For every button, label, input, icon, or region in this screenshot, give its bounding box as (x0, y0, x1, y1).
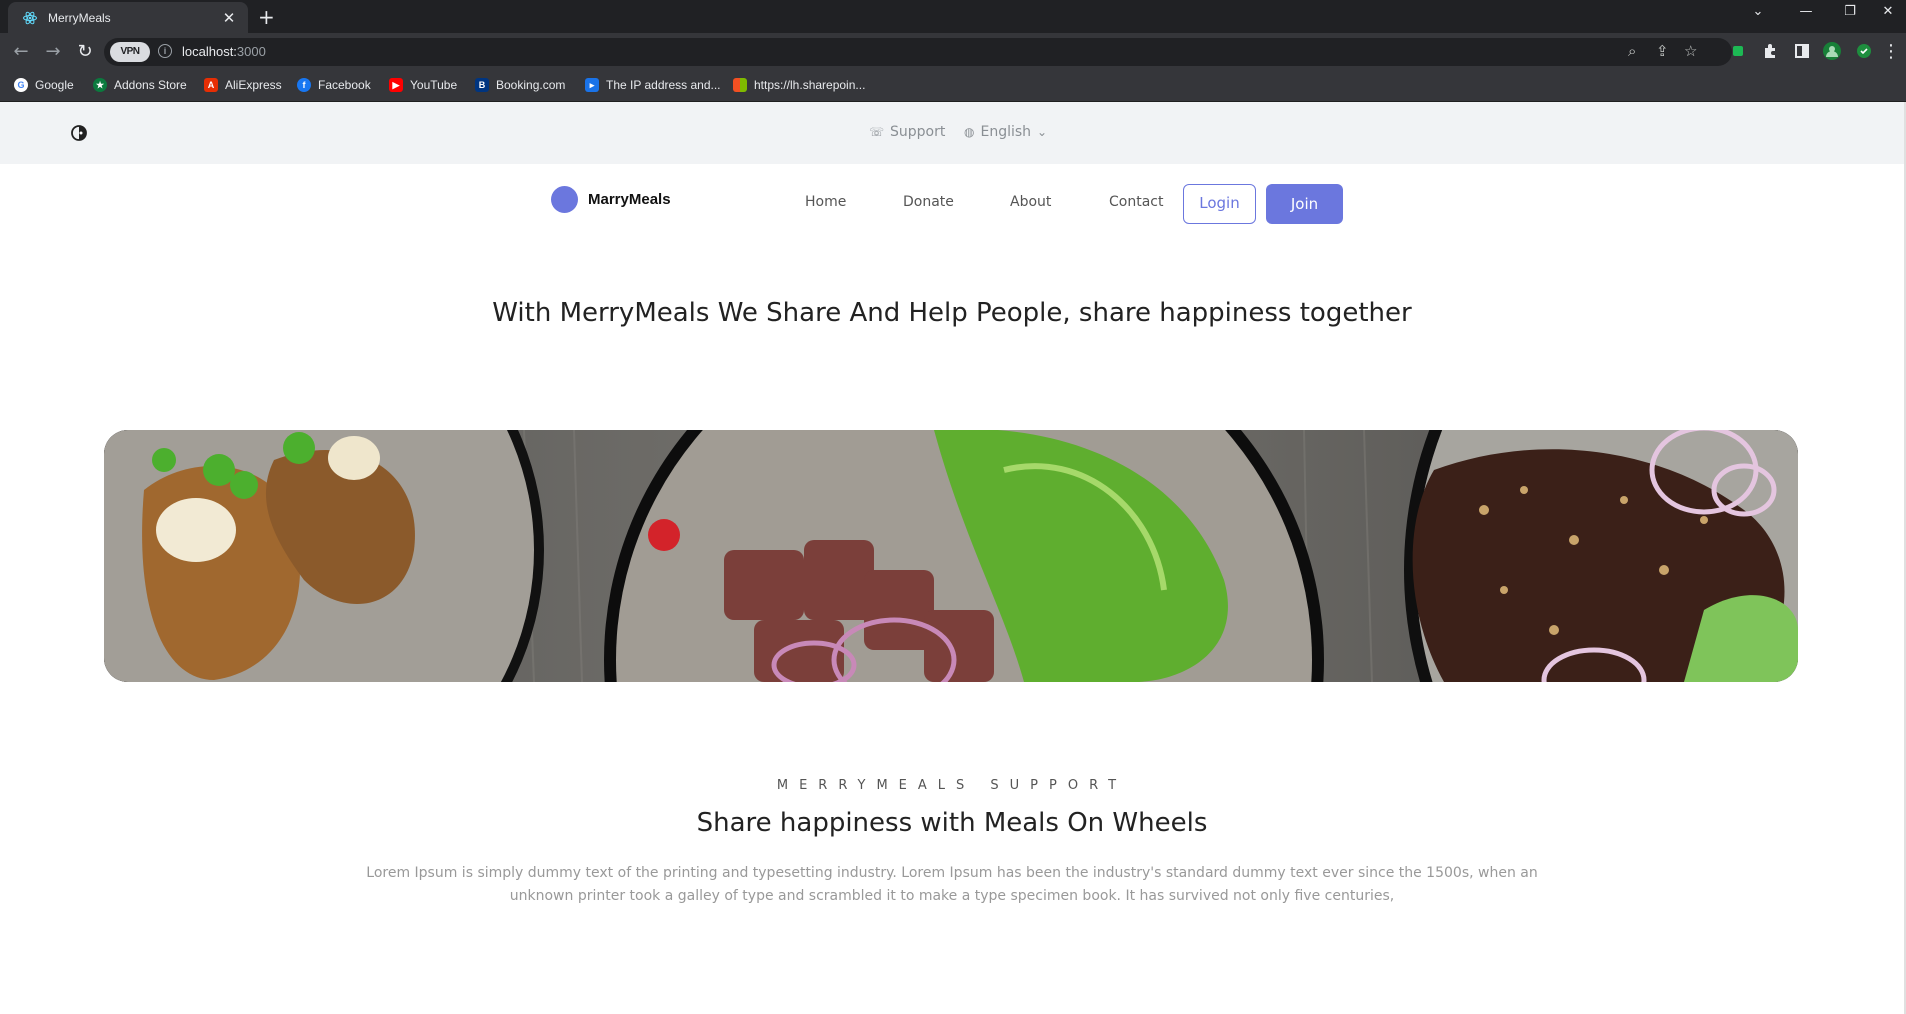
section-description: Lorem Ipsum is simply dummy text of the … (366, 865, 1538, 904)
section-eyebrow: MERRYMEALS SUPPORT (776, 778, 1128, 793)
tab-close-icon[interactable]: ✕ (220, 9, 238, 27)
profile-avatar-icon[interactable] (1822, 41, 1842, 61)
bookmarks-bar: G Google ★ Addons Store A AliExpress f F… (0, 71, 1906, 102)
bookmark-facebook[interactable]: f Facebook (297, 78, 371, 92)
language-selector[interactable]: ◍ English ⌄ (964, 124, 1047, 140)
share-icon[interactable]: ⇪ (1656, 42, 1669, 60)
restore-icon[interactable]: ❐ (1830, 4, 1870, 19)
nav-about[interactable]: About (1010, 194, 1051, 210)
bookmark-google[interactable]: G Google (14, 78, 74, 92)
top-utility-bar: ☏ Support ◍ English ⌄ (0, 102, 1904, 164)
support-label: Support (890, 124, 946, 140)
support-link[interactable]: ☏ Support (869, 124, 945, 140)
chevron-down-icon: ⌄ (1037, 125, 1048, 139)
browser-tab[interactable]: MerryMeals ✕ (8, 2, 248, 33)
join-button[interactable]: Join (1266, 184, 1343, 224)
globe-icon: ◍ (964, 125, 975, 139)
bookmark-booking[interactable]: B Booking.com (475, 78, 565, 92)
new-tab-icon[interactable]: + (258, 5, 275, 29)
tab-title: MerryMeals (48, 10, 111, 25)
google-icon: G (14, 78, 28, 92)
page-viewport: ☏ Support ◍ English ⌄ MarryMeals Home Do… (0, 102, 1906, 1014)
addons-store-icon: ★ (93, 78, 107, 92)
bookmark-label: YouTube (410, 78, 458, 92)
facebook-icon: f (297, 78, 311, 92)
bookmark-label: Google (35, 78, 74, 92)
nav-donate[interactable]: Donate (903, 194, 954, 210)
extensions-puzzle-icon[interactable] (1760, 41, 1780, 61)
theme-toggle-icon[interactable] (70, 124, 88, 142)
aliexpress-icon: A (204, 78, 218, 92)
site-info-icon[interactable]: i (158, 44, 172, 58)
food-banner-image (104, 430, 1798, 682)
back-icon[interactable]: ← (10, 41, 32, 63)
bookmark-youtube[interactable]: ▶ YouTube (389, 78, 457, 92)
booking-icon: B (475, 78, 489, 92)
ip-address-site-icon: ▸ (585, 78, 599, 92)
youtube-icon: ▶ (389, 78, 403, 92)
address-bar[interactable]: VPN i localhost:3000 ⌕ ⇪ ☆ (104, 38, 1732, 66)
bookmark-sharepoint[interactable]: https://lh.sharepoin... (733, 78, 865, 92)
bookmark-ip-address[interactable]: ▸ The IP address and... (585, 78, 721, 92)
brand-logo[interactable]: MarryMeals (551, 186, 671, 213)
bookmark-label: The IP address and... (606, 78, 721, 92)
url-port: 3000 (236, 44, 266, 59)
nav-contact[interactable]: Contact (1109, 194, 1163, 210)
tab-search-chevron-icon[interactable]: ⌄ (1738, 4, 1778, 19)
bookmark-label: AliExpress (225, 78, 282, 92)
bookmark-label: Booking.com (496, 78, 566, 92)
bookmark-star-icon[interactable]: ☆ (1684, 42, 1697, 60)
forward-icon[interactable]: → (42, 41, 64, 63)
close-window-icon[interactable]: ✕ (1868, 4, 1906, 19)
shield-check-icon[interactable] (1854, 41, 1874, 61)
react-logo-icon (22, 10, 38, 26)
browser-toolbar: ← → ↻ VPN i localhost:3000 ⌕ ⇪ ☆ ⋮ (0, 33, 1906, 71)
microsoft-icon (733, 78, 747, 92)
extension-lock-icon[interactable] (1728, 41, 1748, 61)
side-panel-icon[interactable] (1792, 41, 1812, 61)
url-host: localhost: (182, 44, 237, 59)
reload-icon[interactable]: ↻ (74, 41, 96, 63)
browser-menu-icon[interactable]: ⋮ (1880, 41, 1902, 63)
bookmark-label: Facebook (318, 78, 371, 92)
bookmark-addons-store[interactable]: ★ Addons Store (93, 78, 187, 92)
bookmark-label: https://lh.sharepoin... (754, 78, 866, 92)
section-title: Share happiness with Meals On Wheels (696, 808, 1208, 838)
logo-icon (551, 186, 578, 213)
bookmark-aliexpress[interactable]: A AliExpress (204, 78, 282, 92)
url-text[interactable]: localhost:3000 (182, 44, 266, 59)
vpn-badge[interactable]: VPN (110, 42, 150, 62)
hero-title: With MerryMeals We Share And Help People… (492, 298, 1412, 328)
nav-home[interactable]: Home (805, 194, 846, 210)
language-label: English (980, 124, 1032, 140)
headset-icon: ☏ (869, 125, 885, 139)
zoom-icon[interactable]: ⌕ (1628, 42, 1636, 60)
main-navbar: MarryMeals Home Donate About Contact Log… (0, 164, 1904, 248)
brand-name: MarryMeals (588, 191, 671, 208)
browser-tab-strip: MerryMeals ✕ + ⌄ — ❐ ✕ (0, 0, 1906, 33)
bookmark-label: Addons Store (114, 78, 187, 92)
login-button[interactable]: Login (1183, 184, 1256, 224)
minimize-icon[interactable]: — (1786, 4, 1826, 19)
